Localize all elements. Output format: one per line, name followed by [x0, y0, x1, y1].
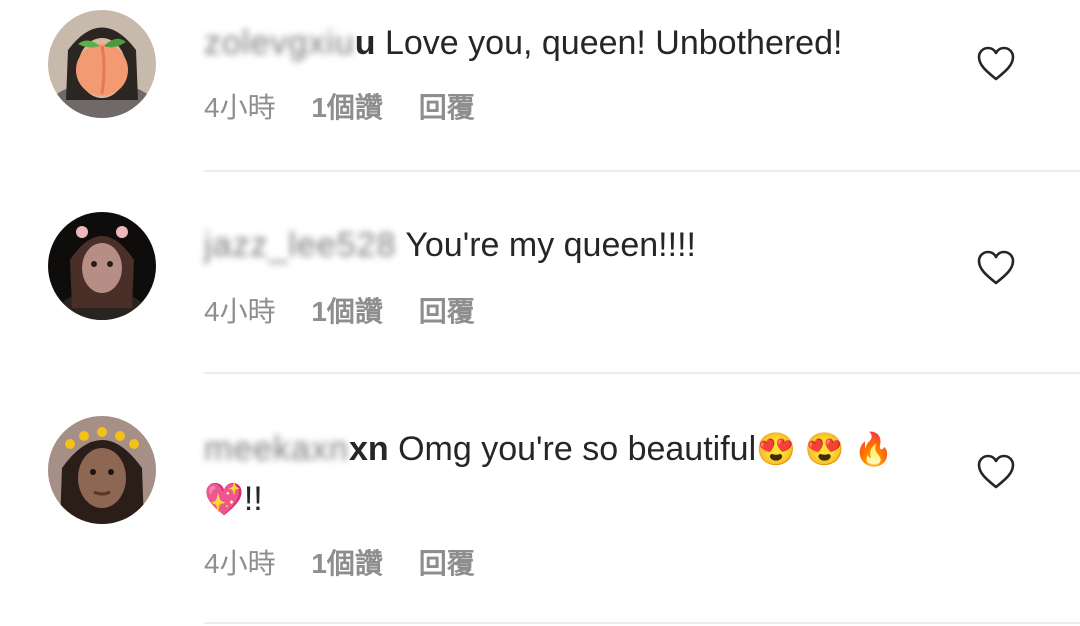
reply-button[interactable]: 回覆 [419, 548, 475, 579]
comment-meta: 4小時 1個讚 回覆 [204, 290, 503, 330]
avatar-image [48, 416, 156, 524]
comment-meta: 4小時 1個讚 回覆 [204, 86, 503, 126]
username[interactable]: zolevgxiuu [204, 24, 376, 62]
username[interactable]: meekaxnxn [204, 430, 389, 468]
reply-button[interactable]: 回覆 [419, 92, 475, 123]
comment-text: jazz_lee528 You're my queen!!!! [204, 220, 944, 270]
avatar[interactable] [48, 416, 156, 524]
heart-icon[interactable] [976, 454, 1016, 490]
avatar[interactable] [48, 10, 156, 118]
comment-meta: 4小時 1個讚 回覆 [204, 542, 503, 582]
heart-icon[interactable] [976, 46, 1016, 82]
avatar-image [48, 212, 156, 320]
avatar[interactable] [48, 212, 156, 320]
comment-suffix: !! [243, 480, 263, 518]
likes-count[interactable]: 1個讚 [311, 92, 383, 123]
heart-icon[interactable] [976, 250, 1016, 286]
username[interactable]: jazz_lee528 [204, 226, 396, 264]
timestamp: 4小時 [204, 296, 276, 327]
reply-button[interactable]: 回覆 [419, 296, 475, 327]
divider [204, 622, 1080, 624]
likes-count[interactable]: 1個讚 [311, 296, 383, 327]
comment-body: Love you, queen! Unbothered! [384, 24, 843, 62]
avatar-image [48, 10, 156, 118]
comment-text: meekaxnxn Omg you're so beautiful😍 😍 🔥 💖… [204, 424, 944, 524]
timestamp: 4小時 [204, 548, 276, 579]
divider [204, 170, 1080, 172]
timestamp: 4小時 [204, 92, 276, 123]
divider [204, 372, 1080, 374]
likes-count[interactable]: 1個讚 [311, 548, 383, 579]
comment-body: You're my queen!!!! [405, 226, 696, 264]
comment-body: Omg you're so beautiful [398, 430, 757, 468]
comment-text: zolevgxiuu Love you, queen! Unbothered! [204, 18, 944, 68]
